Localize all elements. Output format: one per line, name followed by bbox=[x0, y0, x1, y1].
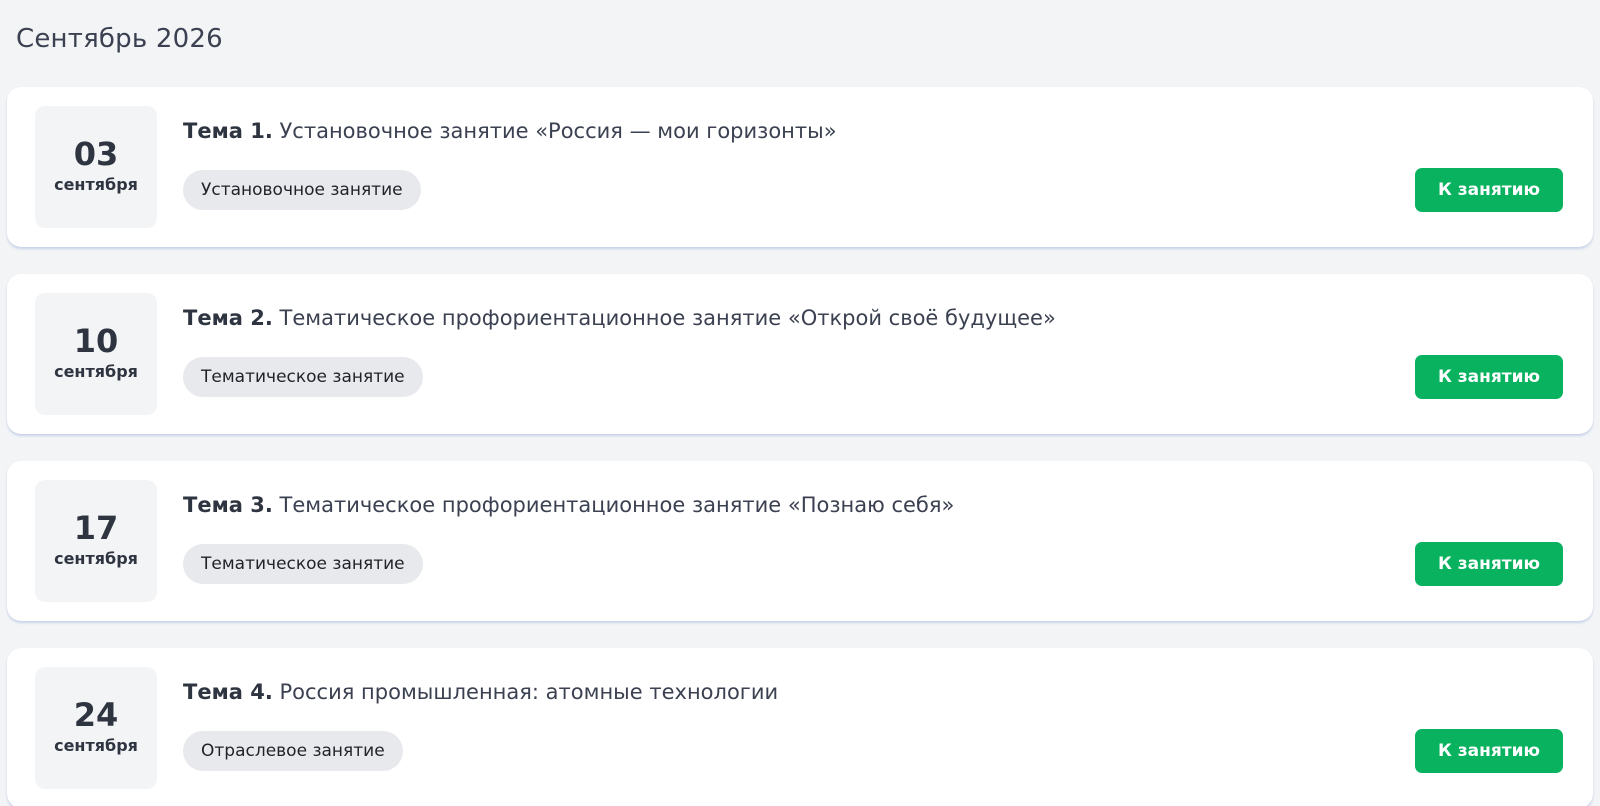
lessons-page: Сентябрь 2026 03 сентября Тема 1. Устано… bbox=[0, 0, 1600, 806]
open-lesson-button[interactable]: К занятию bbox=[1415, 168, 1563, 212]
lesson-card: 17 сентября Тема 3. Тематическое профори… bbox=[7, 461, 1593, 621]
lesson-day: 24 bbox=[73, 696, 119, 734]
lesson-type-badge: Установочное занятие bbox=[183, 170, 421, 210]
open-lesson-button[interactable]: К занятию bbox=[1415, 542, 1563, 586]
lesson-title: Тема 2. Тематическое профориентационное … bbox=[183, 302, 1056, 334]
lesson-date: 03 сентября bbox=[35, 106, 157, 228]
lesson-day: 03 bbox=[73, 135, 119, 173]
open-lesson-button[interactable]: К занятию bbox=[1415, 355, 1563, 399]
lesson-topic-number: Тема 3. bbox=[183, 493, 273, 517]
lesson-title-text: Тематическое профориентационное занятие … bbox=[279, 493, 955, 517]
lesson-date: 24 сентября bbox=[35, 667, 157, 789]
lesson-title-text: Установочное занятие «Россия — мои гориз… bbox=[279, 119, 837, 143]
lesson-title: Тема 1. Установочное занятие «Россия — м… bbox=[183, 115, 837, 147]
lesson-month: сентября bbox=[54, 736, 138, 755]
lesson-title: Тема 3. Тематическое профориентационное … bbox=[183, 489, 954, 521]
lesson-month: сентября bbox=[54, 549, 138, 568]
lesson-card: 10 сентября Тема 2. Тематическое профори… bbox=[7, 274, 1593, 434]
lesson-type-badge: Отраслевое занятие bbox=[183, 731, 403, 771]
lesson-card: 03 сентября Тема 1. Установочное занятие… bbox=[7, 87, 1593, 247]
open-lesson-button[interactable]: К занятию bbox=[1415, 729, 1563, 773]
lesson-list: 03 сентября Тема 1. Установочное занятие… bbox=[7, 87, 1593, 806]
lesson-date: 17 сентября bbox=[35, 480, 157, 602]
month-title: Сентябрь 2026 bbox=[16, 24, 223, 54]
lesson-month: сентября bbox=[54, 175, 138, 194]
lesson-topic-number: Тема 1. bbox=[183, 119, 273, 143]
lesson-card: 24 сентября Тема 4. Россия промышленная:… bbox=[7, 648, 1593, 806]
lesson-topic-number: Тема 4. bbox=[183, 680, 273, 704]
lesson-title: Тема 4. Россия промышленная: атомные тех… bbox=[183, 676, 778, 708]
lesson-topic-number: Тема 2. bbox=[183, 306, 273, 330]
lesson-date: 10 сентября bbox=[35, 293, 157, 415]
lesson-title-text: Тематическое профориентационное занятие … bbox=[279, 306, 1056, 330]
lesson-day: 17 bbox=[73, 509, 119, 547]
lesson-type-badge: Тематическое занятие bbox=[183, 544, 423, 584]
lesson-month: сентября bbox=[54, 362, 138, 381]
lesson-day: 10 bbox=[73, 322, 119, 360]
lesson-title-text: Россия промышленная: атомные технологии bbox=[279, 680, 779, 704]
lesson-type-badge: Тематическое занятие bbox=[183, 357, 423, 397]
